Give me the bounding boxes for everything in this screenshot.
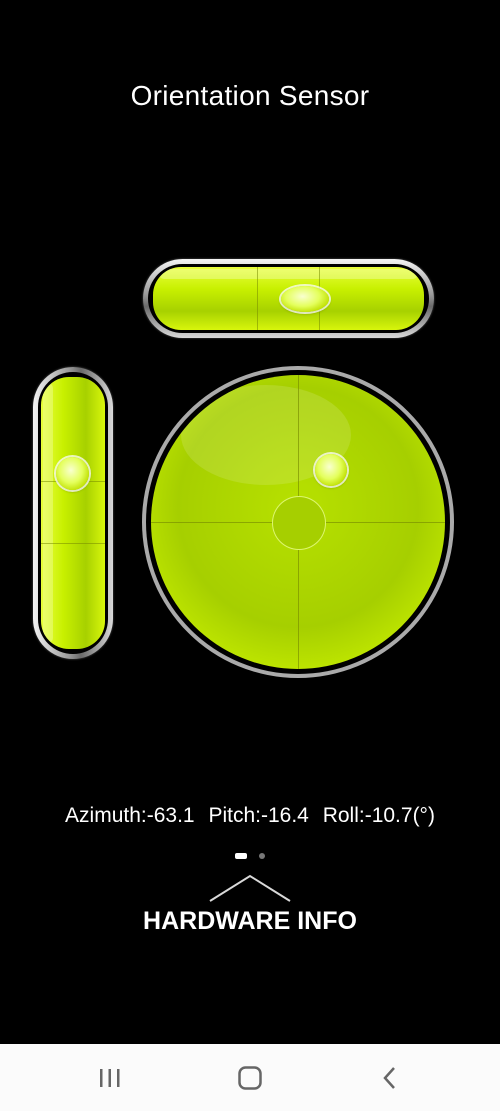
- azimuth-value: Azimuth:-63.1: [65, 804, 195, 827]
- hardware-info-button[interactable]: HARDWARE INFO: [143, 907, 357, 935]
- vertical-level-bubble: [56, 457, 89, 490]
- bullseye-level-face: [151, 375, 445, 669]
- horizontal-level: [143, 259, 434, 338]
- horizontal-level-mark-left: [257, 267, 258, 330]
- bullseye-level-bubble: [315, 454, 347, 486]
- vertical-level-tube: [41, 377, 105, 649]
- page-dot-inactive[interactable]: [259, 852, 266, 859]
- home-button[interactable]: [200, 1044, 300, 1111]
- vertical-level-mark-bottom: [41, 543, 105, 544]
- bullseye-level: [142, 366, 454, 678]
- vertical-level: [33, 367, 113, 659]
- horizontal-level-tube: [153, 267, 424, 330]
- screen: Orientation Sensor Azimuth:-63.1 Pitch:-…: [0, 0, 500, 1111]
- hardware-info-button-wrap: HARDWARE INFO: [0, 907, 500, 936]
- page-dot-active[interactable]: [234, 852, 247, 859]
- horizontal-level-bubble: [281, 286, 329, 312]
- roll-value: Roll:-10.7(°): [322, 804, 435, 827]
- system-nav-bar: [0, 1044, 500, 1111]
- recents-button[interactable]: [60, 1044, 160, 1111]
- orientation-readout: Azimuth:-63.1 Pitch:-16.4 Roll:-10.7(°): [0, 804, 500, 828]
- pitch-value: Pitch:-16.4: [208, 804, 309, 827]
- back-icon: [383, 1066, 395, 1089]
- recents-icon: [100, 1068, 120, 1087]
- chevron-up-icon[interactable]: [208, 873, 292, 903]
- bullseye-center-ring: [272, 496, 326, 550]
- page-title: Orientation Sensor: [130, 80, 370, 111]
- home-icon: [238, 1065, 262, 1090]
- back-button[interactable]: [340, 1044, 440, 1111]
- page-indicator: [0, 847, 500, 859]
